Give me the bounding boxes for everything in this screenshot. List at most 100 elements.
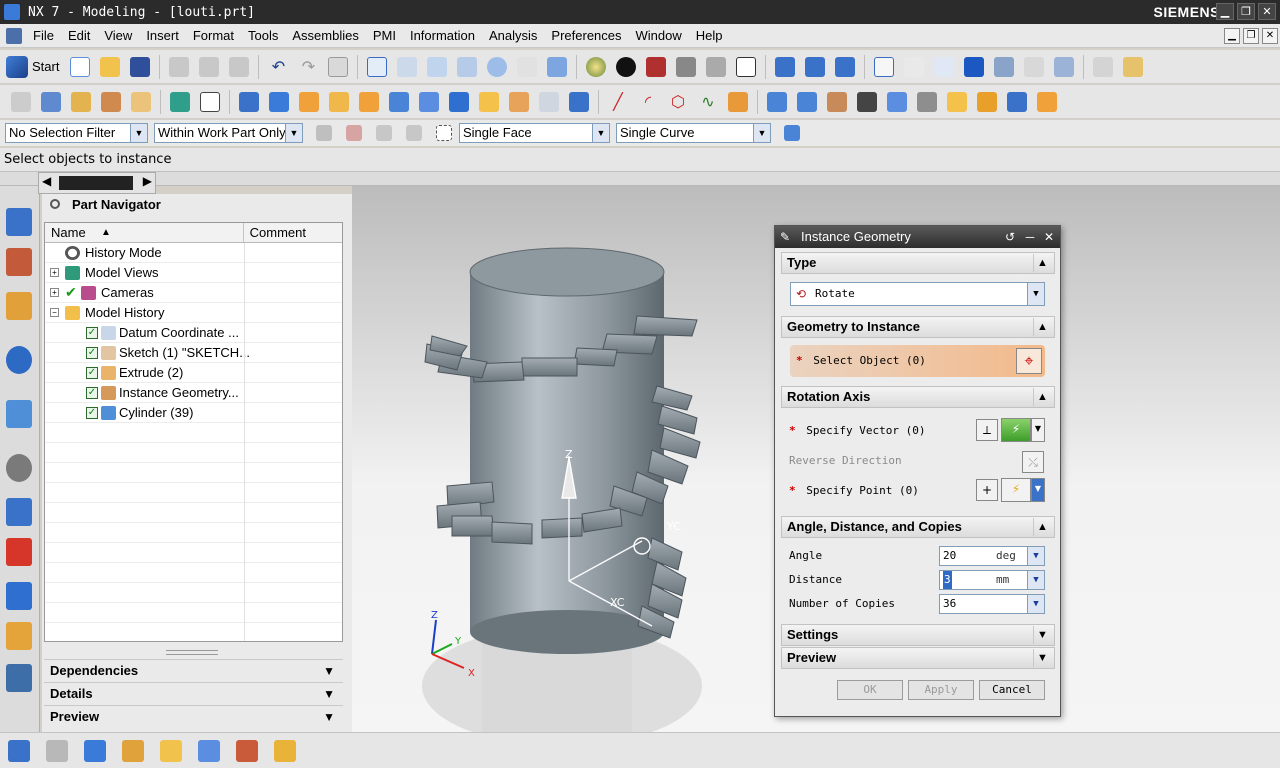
shaded-sphere-icon[interactable] (583, 54, 609, 80)
menu-window[interactable]: Window (629, 24, 689, 48)
collapse-icon[interactable]: − (50, 308, 59, 317)
midpoint-snap-icon[interactable] (961, 54, 987, 80)
undo-icon[interactable]: ↶ (265, 54, 291, 80)
menu-view[interactable]: View (97, 24, 139, 48)
select-faces-icon[interactable] (401, 120, 427, 146)
selection-filter-dropdown[interactable]: No Selection Filter ▼ (5, 123, 148, 143)
snap-point-icon[interactable] (871, 54, 897, 80)
chevron-down-icon[interactable]: ▼ (1027, 547, 1044, 565)
restore-window-button[interactable]: ❐ (1237, 3, 1255, 20)
angle-input[interactable]: 20 deg ▼ (939, 546, 1045, 566)
save-icon[interactable] (127, 54, 153, 80)
left-arrow-icon[interactable]: ◀ (42, 174, 51, 188)
system-scenes-tab-icon[interactable] (6, 664, 32, 692)
wcs-rotate-icon[interactable] (832, 54, 858, 80)
hole-icon[interactable] (386, 89, 412, 115)
extrude-icon[interactable] (296, 89, 322, 115)
settings-section-header[interactable]: Settings ▼ (781, 624, 1055, 646)
unite-icon[interactable] (566, 89, 592, 115)
pad-icon[interactable] (476, 89, 502, 115)
ruled-surface-icon[interactable] (68, 89, 94, 115)
pan-view-icon[interactable] (514, 54, 540, 80)
pocket-icon[interactable] (446, 89, 472, 115)
vector-dialog-icon[interactable]: ⟂ (976, 419, 998, 441)
chevron-down-icon[interactable]: ▼ (1027, 571, 1044, 589)
measure-angle-icon[interactable] (1120, 54, 1146, 80)
rotation-axis-section-header[interactable]: Rotation Axis ▲ (781, 386, 1055, 408)
redo-icon[interactable]: ↷ (295, 54, 321, 80)
surface-operation-icon[interactable] (974, 89, 1000, 115)
chevron-down-icon[interactable]: ▼ (1027, 595, 1044, 613)
offset-curve-icon[interactable] (725, 89, 751, 115)
expand-icon[interactable]: + (50, 268, 59, 277)
rapid-icon[interactable] (1034, 89, 1060, 115)
point-dialog-icon[interactable]: + (976, 479, 998, 501)
constraint-navigator-tab-icon[interactable] (6, 248, 32, 276)
angle-distance-copies-section-header[interactable]: Angle, Distance, and Copies ▲ (781, 516, 1055, 538)
bounded-plane-icon[interactable] (38, 89, 64, 115)
measure-distance-icon[interactable] (1090, 54, 1116, 80)
menu-pmi[interactable]: PMI (366, 24, 403, 48)
pin-icon[interactable] (50, 199, 60, 209)
control-point-icon[interactable] (991, 54, 1017, 80)
analysis-tool-icon[interactable] (198, 738, 230, 764)
line-icon[interactable]: ╱ (605, 89, 631, 115)
paste-icon[interactable] (226, 54, 252, 80)
info-tab-icon[interactable] (6, 346, 32, 374)
wcs-dynamics-icon[interactable] (772, 54, 798, 80)
visibility-checkbox[interactable]: ✓ (86, 326, 98, 339)
expand-icon[interactable]: + (50, 288, 59, 297)
crosshair-select-icon[interactable]: ⌖ (1016, 348, 1042, 374)
extrude-tool-icon[interactable] (46, 738, 78, 764)
reverse-direction-icon[interactable]: ⤯ (1022, 451, 1044, 473)
quick-pick-icon[interactable] (1051, 54, 1077, 80)
fit-view-icon[interactable] (364, 54, 390, 80)
sew-icon[interactable] (1004, 89, 1030, 115)
palette-tab-icon[interactable] (6, 498, 32, 526)
sketch-tool-icon[interactable] (8, 738, 40, 764)
face-rule-dropdown[interactable]: Single Face ▼ (459, 123, 610, 143)
system-materials-tab-icon[interactable] (6, 538, 32, 566)
dependencies-section[interactable]: Dependencies ▼ (44, 659, 343, 681)
menu-file[interactable]: File (26, 24, 61, 48)
name-column-header[interactable]: Name ▲ (45, 223, 244, 242)
synchronous-tool-icon[interactable] (160, 738, 192, 764)
close-icon[interactable]: ✕ (1041, 229, 1057, 245)
start-button[interactable]: Start (6, 55, 59, 78)
menu-preferences[interactable]: Preferences (544, 24, 628, 48)
curve-tool-icon[interactable] (236, 738, 268, 764)
red-cube-icon[interactable] (643, 54, 669, 80)
close-window-button[interactable]: ✕ (1258, 3, 1276, 20)
menu-information[interactable]: Information (403, 24, 482, 48)
edit-object-display-icon[interactable] (703, 54, 729, 80)
zoom-magnifier-icon[interactable] (454, 54, 480, 80)
type-dropdown[interactable]: ⟲ Rotate ▼ (790, 282, 1045, 306)
chevron-down-icon[interactable]: ▼ (1031, 478, 1045, 502)
render-style-icon[interactable] (613, 54, 639, 80)
comment-column-header[interactable]: Comment (244, 223, 342, 242)
document-close-icon[interactable]: ✕ (1262, 28, 1278, 44)
collapse-dialog-icon[interactable]: ─ (1022, 229, 1038, 245)
tree-row-model-history[interactable]: − Model History (45, 303, 342, 323)
select-object-row[interactable]: * Select Object (0) ⌖ (790, 345, 1045, 377)
repeat-command-icon[interactable] (325, 54, 351, 80)
datum-plane-icon[interactable] (197, 89, 223, 115)
part-navigator-tab-icon[interactable] (6, 292, 32, 320)
tree-row-sketch[interactable]: ✓ Sketch (1) "SKETCH... (45, 343, 342, 363)
menu-analysis[interactable]: Analysis (482, 24, 544, 48)
menu-app-icon[interactable] (6, 27, 22, 44)
part-navigator-tree[interactable]: Name ▲ Comment History Mode + Model View… (44, 222, 343, 642)
tree-row-datum-coordinate[interactable]: ✓ Datum Coordinate ... (45, 323, 342, 343)
chamfer-icon[interactable] (794, 89, 820, 115)
web-browser-tab-icon[interactable] (6, 400, 32, 428)
ok-button[interactable]: OK (837, 680, 903, 700)
visibility-checkbox[interactable]: ✓ (86, 406, 98, 419)
select-pointer-icon[interactable] (1021, 54, 1047, 80)
inferred-point-icon[interactable]: ⚡ (1001, 478, 1031, 502)
gray-cube-icon[interactable] (673, 54, 699, 80)
menu-format[interactable]: Format (186, 24, 241, 48)
copies-input[interactable]: 36 ▼ (939, 594, 1045, 614)
arc-icon[interactable]: ◜ (635, 89, 661, 115)
process-studio-tab-icon[interactable] (6, 582, 32, 610)
orient-view-icon[interactable] (544, 54, 570, 80)
